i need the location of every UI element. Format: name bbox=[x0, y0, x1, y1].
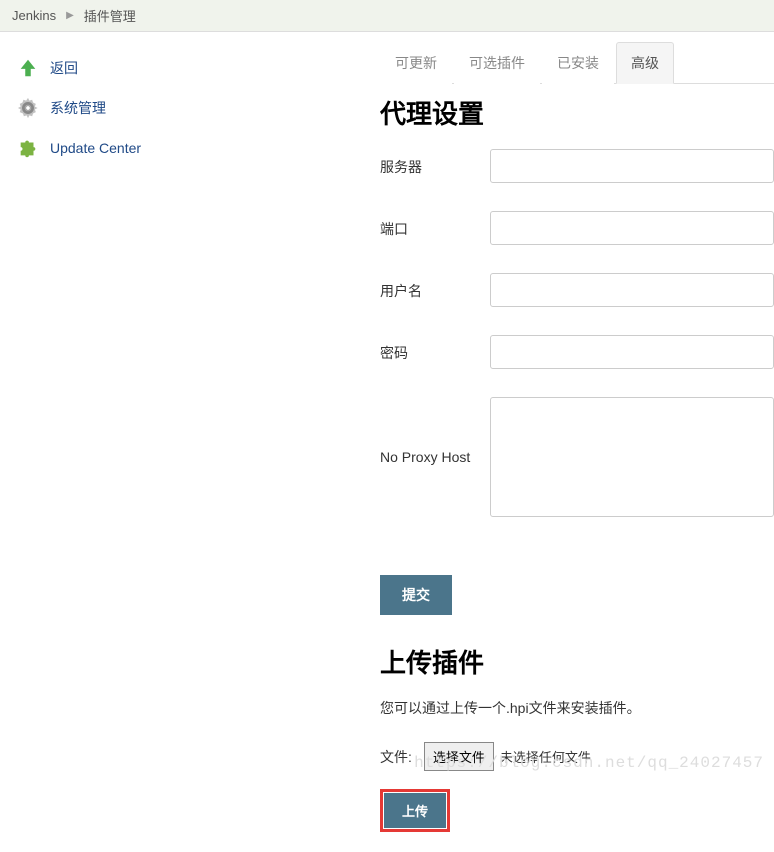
upload-highlight: 上传 bbox=[380, 789, 450, 832]
sidebar: 返回 系统管理 Update Center bbox=[0, 32, 380, 852]
server-input[interactable] bbox=[490, 149, 774, 183]
form-row-port: 端口 bbox=[380, 211, 774, 245]
breadcrumb-root[interactable]: Jenkins bbox=[12, 8, 56, 23]
arrow-up-icon bbox=[16, 56, 40, 80]
server-label: 服务器 bbox=[380, 149, 490, 177]
upload-description: 您可以通过上传一个.hpi文件来安装插件。 bbox=[380, 698, 774, 718]
port-input[interactable] bbox=[490, 211, 774, 245]
noproxy-textarea[interactable] bbox=[490, 397, 774, 517]
tab-available[interactable]: 可选插件 bbox=[454, 42, 540, 84]
sidebar-item-label: 返回 bbox=[50, 58, 78, 78]
upload-button[interactable]: 上传 bbox=[384, 793, 446, 828]
tab-updates[interactable]: 可更新 bbox=[380, 42, 452, 84]
port-label: 端口 bbox=[380, 211, 490, 239]
password-label: 密码 bbox=[380, 335, 490, 363]
file-label: 文件: bbox=[380, 747, 412, 767]
breadcrumb-current[interactable]: 插件管理 bbox=[84, 6, 136, 25]
upload-section-title: 上传插件 bbox=[380, 643, 774, 680]
sidebar-item-update-center[interactable]: Update Center bbox=[14, 130, 366, 166]
gear-icon bbox=[16, 96, 40, 120]
sidebar-item-label: Update Center bbox=[50, 140, 141, 156]
sidebar-item-back[interactable]: 返回 bbox=[14, 50, 366, 86]
proxy-section-title: 代理设置 bbox=[380, 94, 774, 131]
chevron-right-icon: ▶ bbox=[66, 10, 74, 21]
choose-file-button[interactable]: 选择文件 bbox=[424, 742, 494, 771]
form-row-server: 服务器 bbox=[380, 149, 774, 183]
tabs: 可更新 可选插件 已安装 高级 bbox=[380, 42, 774, 84]
password-input[interactable] bbox=[490, 335, 774, 369]
noproxy-label: No Proxy Host bbox=[380, 449, 490, 465]
tab-installed[interactable]: 已安装 bbox=[542, 42, 614, 84]
puzzle-icon bbox=[16, 136, 40, 160]
username-input[interactable] bbox=[490, 273, 774, 307]
file-status: 未选择任何文件 bbox=[500, 747, 591, 766]
submit-button[interactable]: 提交 bbox=[380, 575, 452, 615]
tab-advanced[interactable]: 高级 bbox=[616, 42, 674, 84]
username-label: 用户名 bbox=[380, 273, 490, 301]
form-row-password: 密码 bbox=[380, 335, 774, 369]
sidebar-item-label: 系统管理 bbox=[50, 98, 106, 118]
file-row: 文件: 选择文件 未选择任何文件 bbox=[380, 742, 774, 771]
main-content: 可更新 可选插件 已安装 高级 代理设置 服务器 端口 用户名 密码 No Pr bbox=[380, 32, 774, 852]
form-row-noproxy: No Proxy Host bbox=[380, 397, 774, 517]
form-row-username: 用户名 bbox=[380, 273, 774, 307]
breadcrumb: Jenkins ▶ 插件管理 bbox=[0, 0, 774, 32]
sidebar-item-manage[interactable]: 系统管理 bbox=[14, 90, 366, 126]
